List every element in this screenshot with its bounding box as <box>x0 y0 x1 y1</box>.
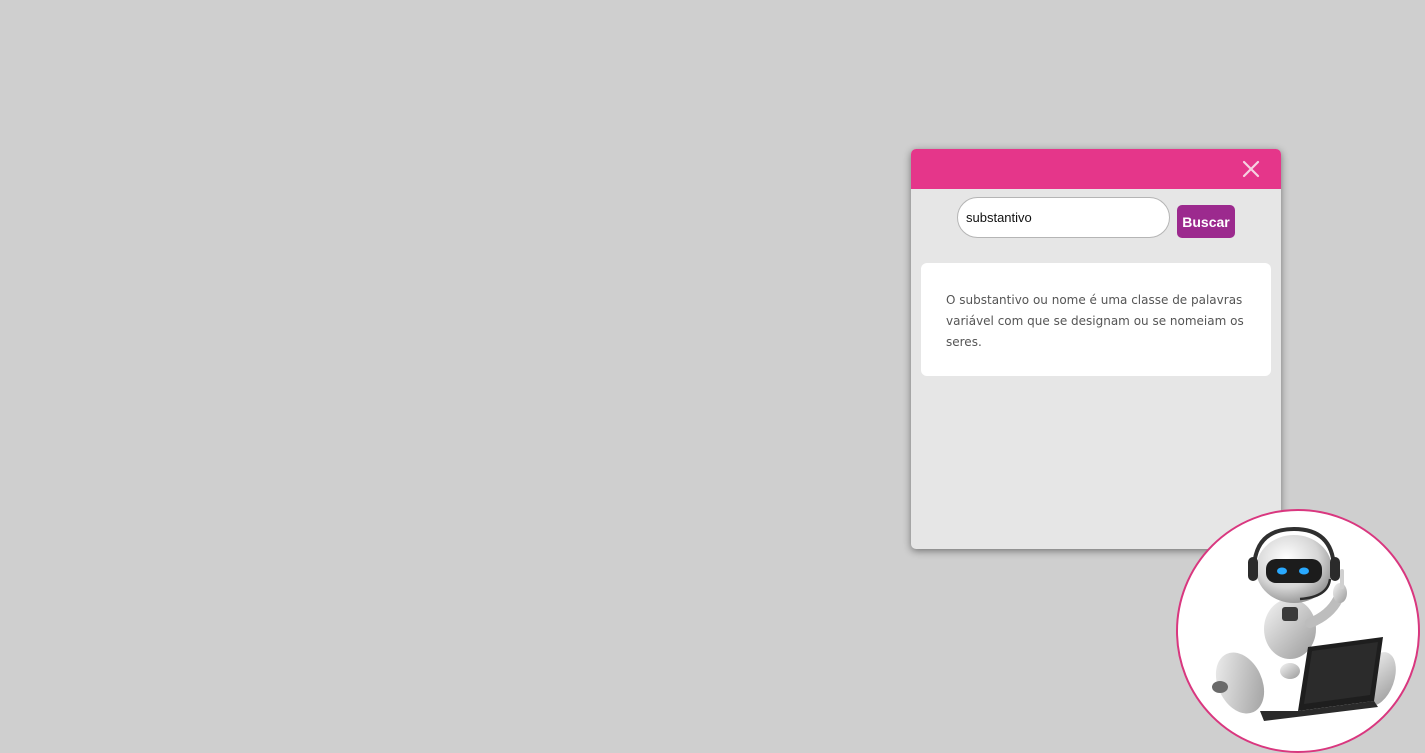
answer-text: O substantivo ou nome é uma classe de pa… <box>946 293 1244 349</box>
chat-header <box>911 149 1281 189</box>
answer-card: O substantivo ou nome é uma classe de pa… <box>921 263 1271 376</box>
robot-assistant-icon <box>1212 526 1396 721</box>
robot-avatar-button[interactable] <box>1176 509 1420 753</box>
search-button[interactable]: Buscar <box>1177 205 1235 238</box>
chat-window: Buscar O substantivo ou nome é uma class… <box>911 149 1281 549</box>
close-button[interactable] <box>1241 159 1261 179</box>
close-icon <box>1242 160 1260 178</box>
search-row: Buscar <box>957 197 1257 239</box>
search-input[interactable] <box>957 197 1170 238</box>
